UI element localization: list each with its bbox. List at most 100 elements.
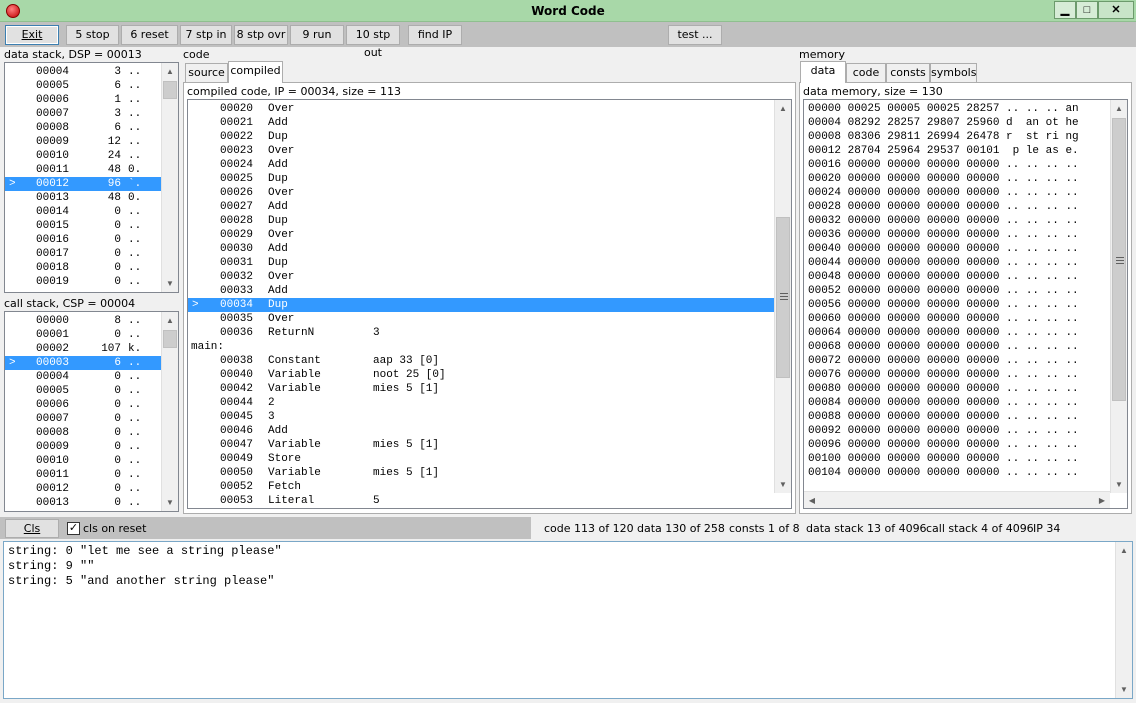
minimize-button[interactable]: ▁ <box>1054 1 1076 19</box>
memory-row[interactable]: 00052 00000 00000 00000 00000 .. .. .. .… <box>808 284 1079 298</box>
scroll-thumb[interactable] <box>776 217 790 378</box>
memory-hscrollbar[interactable]: ◀ ▶ <box>804 491 1110 508</box>
code-row[interactable]: 00036 ReturnN 3 <box>188 326 774 340</box>
code-row[interactable]: 00033 Add <box>188 284 774 298</box>
stop-button[interactable]: 5 stop <box>66 25 119 45</box>
memory-row[interactable]: 00080 00000 00000 00000 00000 .. .. .. .… <box>808 382 1079 396</box>
memory-row[interactable]: 00056 00000 00000 00000 00000 .. .. .. .… <box>808 298 1079 312</box>
close-button[interactable]: ✕ <box>1098 1 1134 19</box>
code-row[interactable]: 00025 Dup <box>188 172 774 186</box>
stack-row[interactable]: 00011 48 0. <box>5 163 161 177</box>
code-row[interactable]: >00034 Dup <box>188 298 774 312</box>
find-ip-button[interactable]: find IP <box>408 25 462 45</box>
step-over-button[interactable]: 8 stp ovr <box>234 25 288 45</box>
code-row[interactable]: 00044 2 <box>188 396 774 410</box>
memory-row[interactable]: 00072 00000 00000 00000 00000 .. .. .. .… <box>808 354 1079 368</box>
reset-button[interactable]: 6 reset <box>121 25 178 45</box>
code-scrollbar[interactable]: ▲ ▼ <box>774 100 791 493</box>
memory-row[interactable]: 00100 00000 00000 00000 00000 .. .. .. .… <box>808 452 1079 466</box>
code-row[interactable]: 00040 Variable noot 25 [0] <box>188 368 774 382</box>
stack-row[interactable]: 00000 8.. <box>5 314 161 328</box>
call-stack-list[interactable]: 00013 0.. 00012 0.. 00011 0.. 00010 0.. 00009 0..… <box>4 311 179 512</box>
code-row[interactable]: 00026 Over <box>188 186 774 200</box>
stack-row[interactable]: 00008 0.. <box>5 426 161 440</box>
scroll-left-icon[interactable]: ◀ <box>804 492 820 508</box>
code-row[interactable]: 00050 Variable mies 5 [1] <box>188 466 774 480</box>
memory-row[interactable]: 00104 00000 00000 00000 00000 .. .. .. .… <box>808 466 1079 480</box>
stack-row[interactable]: 00005 6.. <box>5 79 161 93</box>
memory-row[interactable]: 00004 08292 28257 29807 25960 d an ot he <box>808 116 1079 130</box>
code-row[interactable]: 00031 Dup <box>188 256 774 270</box>
stack-row[interactable]: 00008 6.. <box>5 121 161 135</box>
scroll-up-icon[interactable]: ▲ <box>775 100 791 117</box>
maximize-button[interactable]: □ <box>1076 1 1098 19</box>
code-row[interactable]: 00029 Over <box>188 228 774 242</box>
run-button[interactable]: 9 run <box>290 25 344 45</box>
memory-row[interactable]: 00088 00000 00000 00000 00000 .. .. .. .… <box>808 410 1079 424</box>
code-row[interactable]: 00027 Add <box>188 200 774 214</box>
memory-row[interactable]: 00076 00000 00000 00000 00000 .. .. .. .… <box>808 368 1079 382</box>
stack-row[interactable]: 00007 0.. <box>5 412 161 426</box>
cls-button[interactable]: Cls <box>5 519 59 538</box>
console-output[interactable]: ▲ ▼ string: 0 "let me see a string pleas… <box>3 541 1133 699</box>
memory-row[interactable]: 00068 00000 00000 00000 00000 .. .. .. .… <box>808 340 1079 354</box>
memory-row[interactable]: 00048 00000 00000 00000 00000 .. .. .. .… <box>808 270 1079 284</box>
stack-row[interactable]: 00016 0.. <box>5 233 161 247</box>
memory-row[interactable]: 00016 00000 00000 00000 00000 .. .. .. .… <box>808 158 1079 172</box>
code-row[interactable]: 00053 Literal 5 <box>188 494 774 508</box>
step-out-button[interactable]: 10 stp out <box>346 25 400 59</box>
console-scrollbar[interactable]: ▲ ▼ <box>1115 542 1132 698</box>
stack-row[interactable]: 00010 0.. <box>5 454 161 468</box>
data-memory-list[interactable]: 00104 00000 00000 00000 00000 .. .. .. .… <box>803 99 1128 509</box>
step-in-button[interactable]: 7 stp in <box>180 25 232 45</box>
memory-row[interactable]: 00060 00000 00000 00000 00000 .. .. .. .… <box>808 312 1079 326</box>
code-row[interactable]: 00038 Constant aap 33 [0] <box>188 354 774 368</box>
stack-row[interactable]: 00019 0.. <box>5 275 161 289</box>
memory-row[interactable]: 00024 00000 00000 00000 00000 .. .. .. .… <box>808 186 1079 200</box>
call-stack-scrollbar[interactable]: ▲ ▼ <box>161 312 178 511</box>
code-row[interactable]: 00024 Add <box>188 158 774 172</box>
memory-row[interactable]: 00036 00000 00000 00000 00000 .. .. .. .… <box>808 228 1079 242</box>
stack-row[interactable]: 00007 3.. <box>5 107 161 121</box>
code-row[interactable]: 00020 Over <box>188 102 774 116</box>
scroll-up-icon[interactable]: ▲ <box>1111 100 1127 117</box>
scroll-up-icon[interactable]: ▲ <box>162 63 178 80</box>
scroll-down-icon[interactable]: ▼ <box>1116 681 1132 698</box>
code-row[interactable]: 00046 Add <box>188 424 774 438</box>
stack-row[interactable]: 00017 0.. <box>5 247 161 261</box>
scroll-down-icon[interactable]: ▼ <box>1111 476 1127 493</box>
code-row[interactable]: 00035 Over <box>188 312 774 326</box>
scroll-up-icon[interactable]: ▲ <box>162 312 178 329</box>
code-row[interactable]: 00023 Over <box>188 144 774 158</box>
data-stack-scrollbar[interactable]: ▲ ▼ <box>161 63 178 292</box>
scroll-down-icon[interactable]: ▼ <box>162 275 178 292</box>
scroll-right-icon[interactable]: ▶ <box>1094 492 1110 508</box>
stack-row[interactable]: 00009 12.. <box>5 135 161 149</box>
test-button[interactable]: test ... <box>668 25 722 45</box>
memory-row[interactable]: 00028 00000 00000 00000 00000 .. .. .. .… <box>808 200 1079 214</box>
stack-row[interactable]: 00013 0.. <box>5 496 161 510</box>
code-row[interactable]: 00032 Over <box>188 270 774 284</box>
stack-row[interactable]: 00001 0.. <box>5 328 161 342</box>
stack-row[interactable]: 00010 24.. <box>5 149 161 163</box>
memory-row[interactable]: 00084 00000 00000 00000 00000 .. .. .. .… <box>808 396 1079 410</box>
stack-row[interactable]: >00003 6.. <box>5 356 161 370</box>
scroll-thumb[interactable] <box>163 81 177 99</box>
scroll-down-icon[interactable]: ▼ <box>775 476 791 493</box>
cls-on-reset-checkbox[interactable]: ✓ <box>67 522 80 535</box>
tab-source[interactable]: source <box>185 63 228 83</box>
memory-row[interactable]: 00032 00000 00000 00000 00000 .. .. .. .… <box>808 214 1079 228</box>
memory-row[interactable]: 00040 00000 00000 00000 00000 .. .. .. .… <box>808 242 1079 256</box>
stack-row[interactable]: 00014 0.. <box>5 205 161 219</box>
memory-row[interactable]: 00000 00025 00005 00025 28257 .. .. .. a… <box>808 102 1079 116</box>
stack-row[interactable]: 00018 0.. <box>5 261 161 275</box>
stack-row[interactable]: 00015 0.. <box>5 219 161 233</box>
compiled-code-list[interactable]: 00053 Literal 5 00052 Fetch 00050 Variable mies… <box>187 99 792 509</box>
memory-row[interactable]: 00092 00000 00000 00000 00000 .. .. .. .… <box>808 424 1079 438</box>
stack-row[interactable]: 00002 107 k. <box>5 342 161 356</box>
code-row[interactable]: 00047 Variable mies 5 [1] <box>188 438 774 452</box>
stack-row[interactable]: 00013 48 0. <box>5 191 161 205</box>
code-row[interactable]: 00042 Variable mies 5 [1] <box>188 382 774 396</box>
scroll-down-icon[interactable]: ▼ <box>162 494 178 511</box>
memory-scrollbar[interactable]: ▲ ▼ <box>1110 100 1127 493</box>
